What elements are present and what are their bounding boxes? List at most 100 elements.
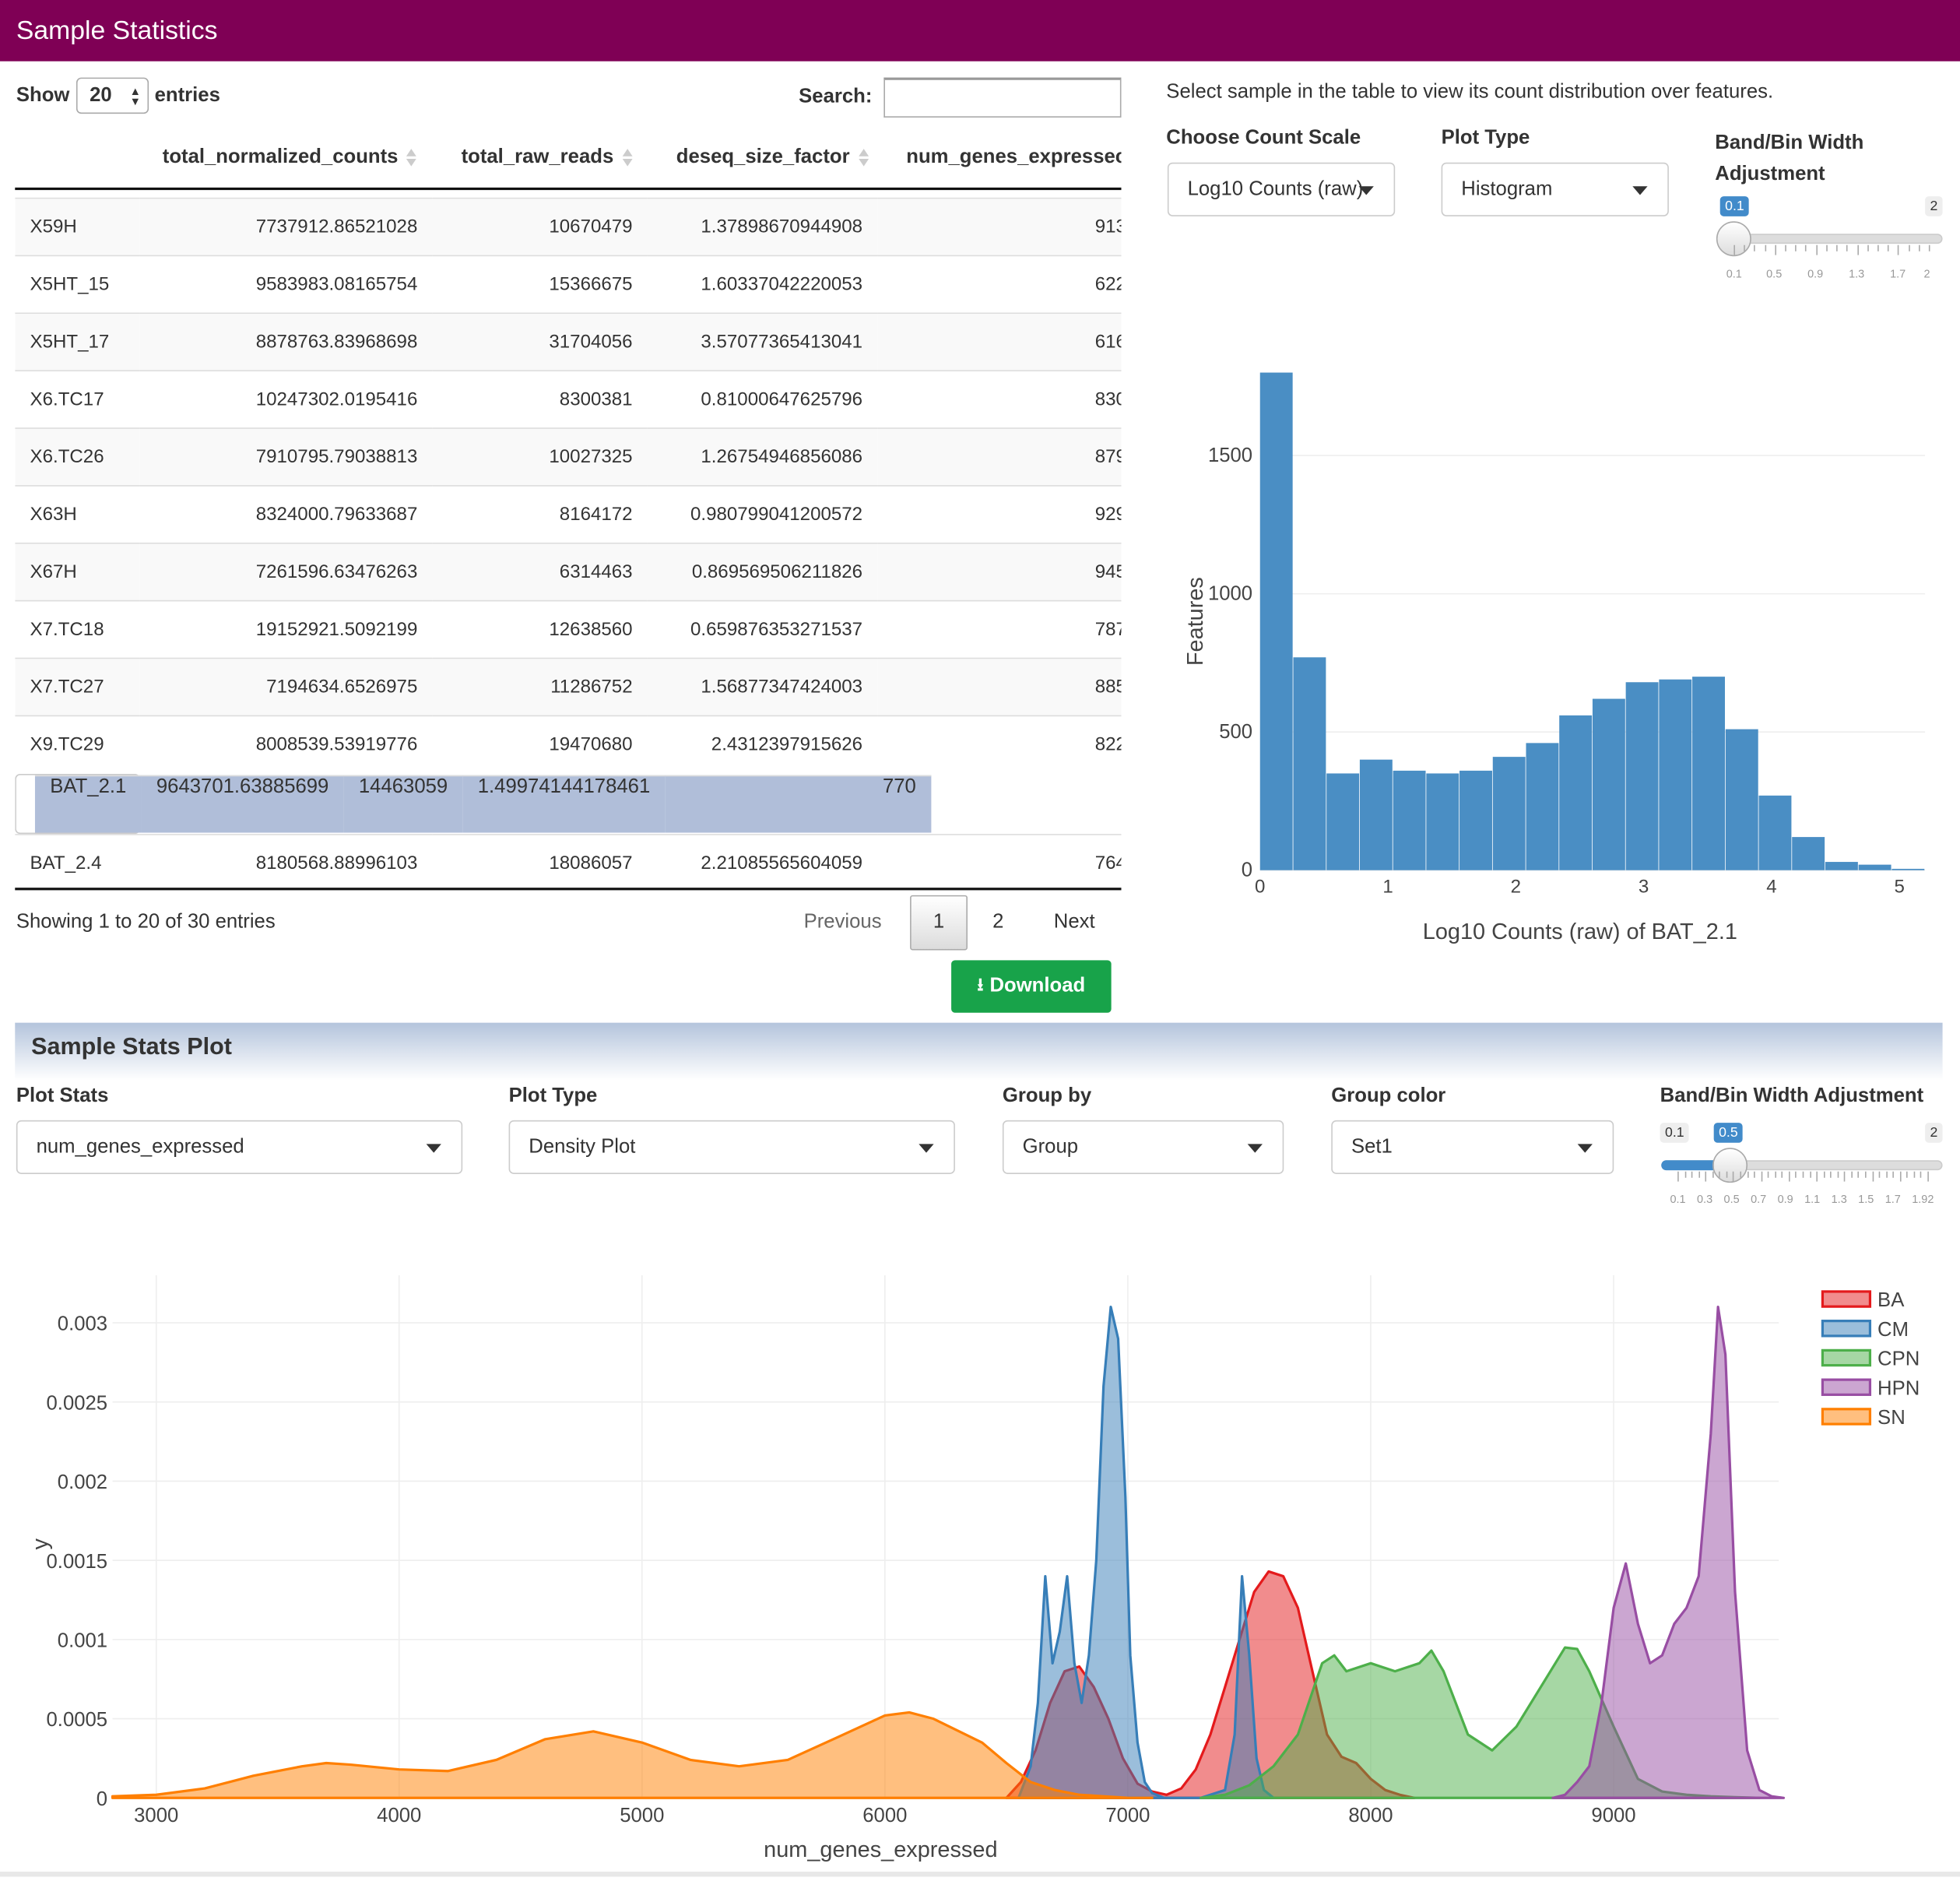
slider-tick-label: 0.1 bbox=[1670, 1193, 1686, 1206]
slider-tick bbox=[1733, 244, 1735, 255]
instruction-text: Select sample in the table to view its c… bbox=[1166, 81, 1774, 103]
slider-tick bbox=[1677, 1171, 1679, 1182]
slider-tick bbox=[1877, 244, 1879, 251]
slider-tick bbox=[1858, 1171, 1860, 1178]
y-tick-label: 0.0005 bbox=[47, 1709, 108, 1731]
y-axis-label: y bbox=[28, 1538, 53, 1550]
table-row[interactable]: BAT_2.4 8180568.88996103 18086057 2.2108556… bbox=[15, 833, 1122, 888]
slider-value: 0.5 bbox=[1713, 1123, 1744, 1143]
histogram-bar bbox=[1725, 729, 1758, 870]
slider-tick bbox=[1913, 1171, 1916, 1178]
cell-sample: X67H bbox=[15, 542, 140, 601]
stats-bin-width-slider[interactable]: 0.1 0.5 2 0.1 0.3 0.5 0.7 0.9 1.1 1.3 1.5 1.7 1.9… bbox=[1660, 1121, 1943, 1211]
x-tick-label: 1 bbox=[1382, 877, 1393, 898]
slider-tick bbox=[1764, 244, 1766, 251]
slider-tick-label: 1.92 bbox=[1912, 1193, 1934, 1206]
cell-deseq-size-factor: 2.4312397915626 bbox=[647, 715, 878, 774]
slider-tick bbox=[1788, 1171, 1790, 1182]
table-row[interactable]: X63H 8324000.79633687 8164172 0.98079904120… bbox=[15, 485, 1122, 543]
histogram-bar bbox=[1858, 864, 1892, 870]
x-tick-label: 0 bbox=[1255, 877, 1265, 898]
plot-type-select[interactable]: Histogram bbox=[1441, 162, 1669, 216]
stats-plot-type-select[interactable]: Density Plot bbox=[508, 1120, 955, 1174]
col-header-total-raw-reads[interactable]: total_raw_reads bbox=[462, 146, 634, 169]
download-button[interactable]: ⭳ Download bbox=[951, 960, 1112, 1013]
y-tick-label: 0.0015 bbox=[47, 1551, 108, 1573]
cell-total-normalized-counts: 7737912.86521028 bbox=[139, 197, 433, 256]
x-tick-label: 3000 bbox=[134, 1805, 178, 1827]
cell-total-raw-reads: 10027325 bbox=[432, 427, 648, 486]
download-icon: ⭳ bbox=[977, 973, 984, 994]
cell-total-raw-reads: 6314463 bbox=[432, 542, 648, 601]
col-header-total-normalized-counts[interactable]: total_normalized_counts bbox=[163, 146, 418, 169]
histogram-bar bbox=[1326, 773, 1360, 870]
histogram-bar bbox=[1459, 770, 1492, 870]
slider-tick-label: 1.7 bbox=[1890, 267, 1906, 280]
table-row[interactable]: X9.TC29 8008539.53919776 19470680 2.4312397… bbox=[15, 715, 1122, 774]
cell-num-genes-expressed: 929 bbox=[877, 485, 1122, 543]
slider-tick bbox=[1781, 1171, 1783, 1178]
chevron-down-icon bbox=[426, 1143, 441, 1152]
table-row[interactable]: X6.TC17 10247302.0195416 8300381 0.81000647… bbox=[15, 370, 1122, 429]
stats-plot-type-label: Plot Type bbox=[508, 1085, 598, 1107]
cell-sample: BAT_2.1 bbox=[34, 774, 142, 832]
slider-tick bbox=[1775, 1171, 1776, 1178]
slider-tick bbox=[1920, 1171, 1922, 1178]
x-tick-label: 2 bbox=[1511, 877, 1521, 898]
y-tick-label: 500 bbox=[1219, 721, 1252, 743]
cell-sample: X6.TC17 bbox=[15, 370, 140, 429]
col-header-num-genes-expressed[interactable]: num_genes_expressec bbox=[906, 146, 1121, 169]
table-row[interactable]: BAT_2.1 9643701.63885699 14463059 1.4997414… bbox=[15, 773, 932, 834]
table-row[interactable]: X6.TC26 7910795.79038813 10027325 1.2675494… bbox=[15, 427, 1122, 486]
slider-tick bbox=[1816, 1171, 1818, 1182]
table-row[interactable]: X5HT_15 9583983.08165754 15366675 1.6033704… bbox=[15, 255, 1122, 314]
slider-max: 2 bbox=[1925, 196, 1943, 216]
page-1-button[interactable]: 1 bbox=[910, 895, 968, 951]
cell-num-genes-expressed: 830 bbox=[877, 370, 1122, 429]
table-row[interactable]: X59H 7737912.86521028 10670479 1.3789867094… bbox=[15, 197, 1122, 256]
cell-num-genes-expressed: 885 bbox=[877, 657, 1122, 716]
chevron-down-icon bbox=[1632, 185, 1648, 195]
slider-tick bbox=[1761, 1171, 1762, 1182]
x-axis-label: num_genes_expressed bbox=[764, 1837, 997, 1862]
y-tick-label: 0.0025 bbox=[47, 1392, 108, 1414]
slider-tick-label: 1.3 bbox=[1831, 1193, 1847, 1206]
table-row[interactable]: X7.TC27 7194634.6526975 11286752 1.56877347… bbox=[15, 657, 1122, 716]
slider-tick bbox=[1805, 244, 1807, 251]
slider-tick-label: 1.1 bbox=[1804, 1193, 1821, 1206]
density-area-cm bbox=[1017, 1306, 1275, 1799]
col-header-deseq-size-factor[interactable]: deseq_size_factor bbox=[676, 146, 869, 169]
slider-tick bbox=[1775, 244, 1776, 255]
histogram-bar bbox=[1625, 682, 1659, 870]
entries-select[interactable]: 20 ▲ ▼ bbox=[76, 77, 149, 114]
next-button[interactable]: Next bbox=[1054, 912, 1095, 934]
legend-swatch bbox=[1821, 1408, 1872, 1426]
col-header-label: num_genes_expressec bbox=[906, 146, 1122, 168]
bottom-divider bbox=[0, 1872, 1960, 1877]
search-input[interactable] bbox=[883, 77, 1122, 118]
cell-total-normalized-counts: 7910795.79038813 bbox=[139, 427, 433, 486]
table-row[interactable]: X67H 7261596.63476263 6314463 0.86956950621… bbox=[15, 542, 1122, 601]
histogram-bar bbox=[1293, 657, 1326, 870]
group-by-select[interactable]: Group bbox=[1002, 1120, 1284, 1174]
bin-width-slider[interactable]: 0.1 2 0.1 0.5 0.9 1.3 1.7 2 bbox=[1715, 195, 1943, 286]
count-scale-select[interactable]: Log10 Counts (raw) bbox=[1167, 162, 1396, 216]
bw-label-line2: Adjustment bbox=[1715, 163, 1825, 185]
table-row[interactable]: X5HT_17 8878763.83968698 31704056 3.5707736… bbox=[15, 312, 1122, 371]
col-header-label: deseq_size_factor bbox=[676, 146, 850, 168]
histogram-bar bbox=[1492, 757, 1526, 870]
x-tick-label: 8000 bbox=[1348, 1805, 1393, 1827]
page-2-button[interactable]: 2 bbox=[992, 912, 1003, 934]
sort-icon bbox=[857, 147, 869, 167]
group-color-select[interactable]: Set1 bbox=[1331, 1120, 1614, 1174]
page-length-control: Show 20 ▲ ▼ entries bbox=[16, 77, 220, 114]
plot-stats-select[interactable]: num_genes_expressed bbox=[16, 1120, 463, 1174]
cell-total-raw-reads: 8300381 bbox=[432, 370, 648, 429]
cell-sample: X5HT_17 bbox=[15, 312, 140, 371]
table-body: X59H 7737912.86521028 10670479 1.3789867094… bbox=[15, 197, 1122, 891]
previous-button[interactable]: Previous bbox=[804, 912, 882, 934]
table-row[interactable]: X7.TC18 19152921.5092199 12638560 0.6598763… bbox=[15, 599, 1122, 659]
y-tick-label: 0.001 bbox=[58, 1630, 107, 1652]
slider-tick-label: 0.9 bbox=[1777, 1193, 1793, 1206]
slider-tick bbox=[1744, 244, 1746, 251]
